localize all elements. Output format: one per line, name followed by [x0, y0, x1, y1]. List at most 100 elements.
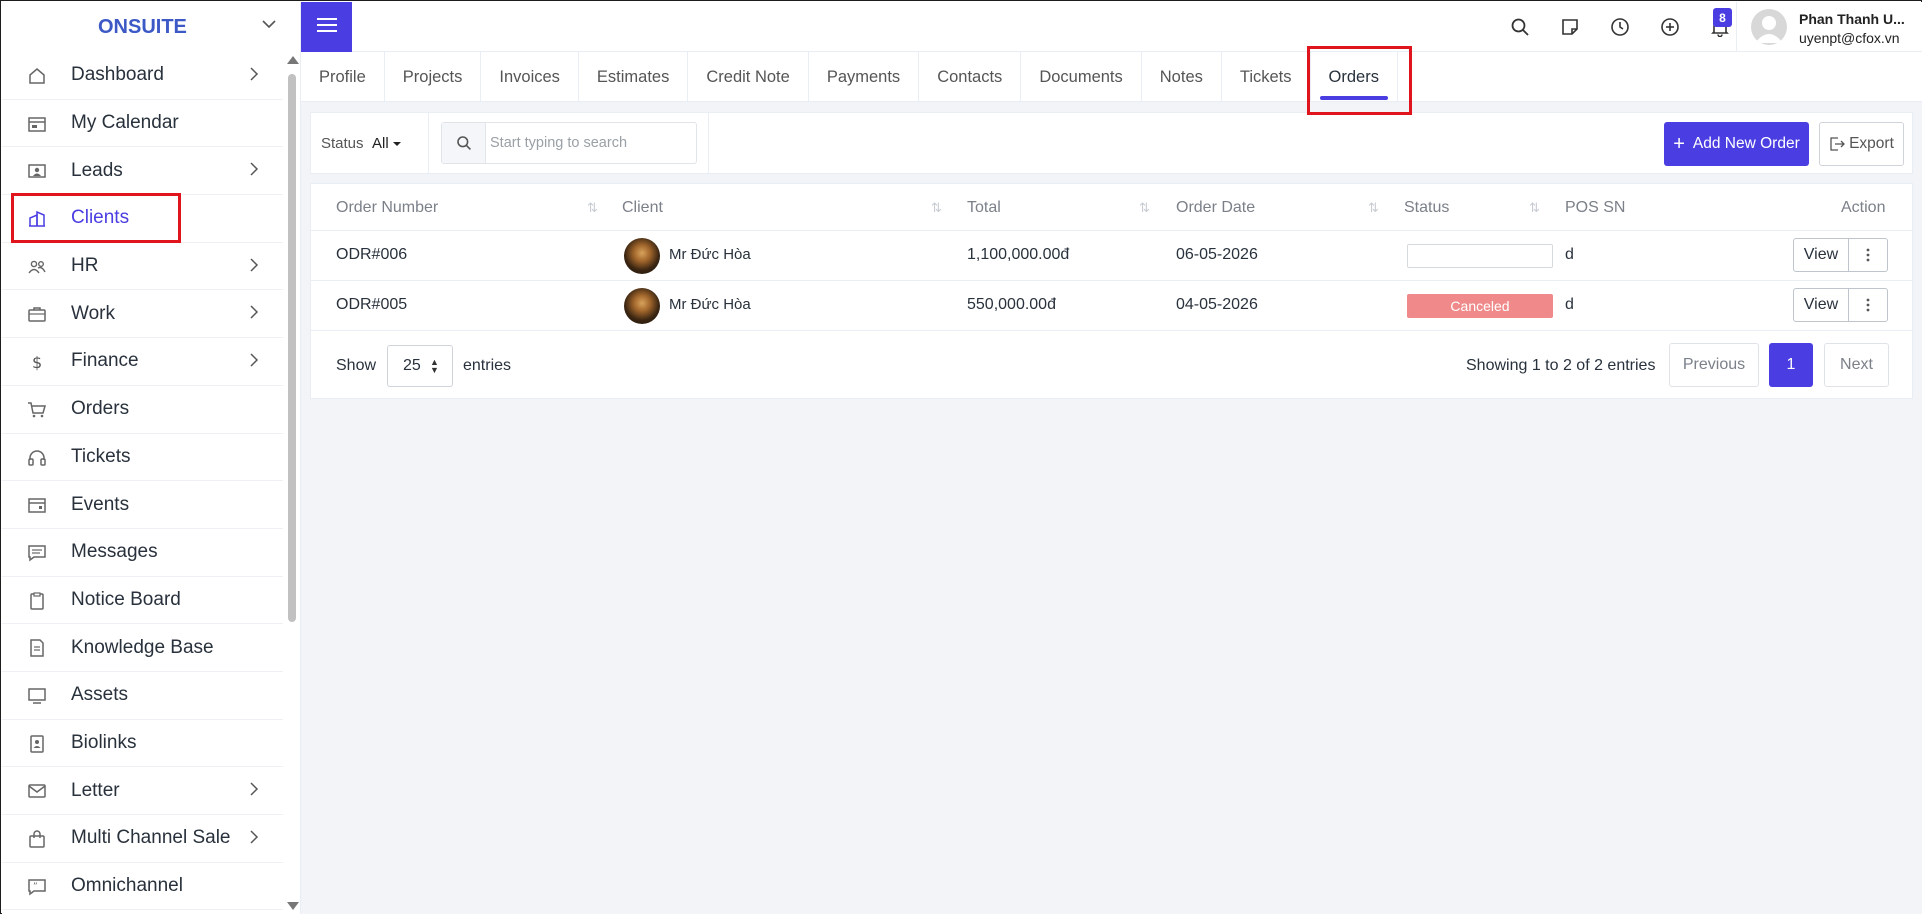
sidebar-item-label: Biolinks	[71, 731, 137, 753]
tab-estimates[interactable]: Estimates	[579, 52, 689, 102]
sidebar-item-letter[interactable]: Letter	[2, 767, 283, 815]
tab-documents[interactable]: Documents	[1021, 52, 1142, 102]
sidebar-item-knowledge-base[interactable]: Knowledge Base	[2, 624, 283, 672]
headset-icon	[26, 447, 48, 469]
order-total: 1,100,000.00đ	[967, 246, 1070, 263]
sidebar-item-notice-board[interactable]: Notice Board	[2, 577, 283, 625]
sort-icon[interactable]: ⇅	[1139, 200, 1157, 216]
tab-orders[interactable]: Orders	[1311, 52, 1398, 102]
sidebar-item-label: Events	[71, 493, 130, 515]
user-menu[interactable]: Phan Thanh U... uyenpt@cfox.vn	[1736, 2, 1922, 52]
plus-icon: +	[1673, 133, 1685, 155]
sidebar-item-label: Multi Channel Sale	[71, 827, 231, 849]
sidebar-menu: Dashboard My Calendar Leads Clients HR W…	[2, 52, 283, 911]
column-header-order-date[interactable]: Order Date	[1176, 199, 1255, 217]
column-header-total[interactable]: Total	[967, 199, 1001, 217]
sidebar-item-messages[interactable]: Messages	[2, 529, 283, 577]
sidebar-item-dashboard[interactable]: Dashboard	[2, 52, 283, 100]
pos-sn: d	[1565, 246, 1574, 263]
chevron-down-icon[interactable]	[261, 16, 277, 37]
scroll-up-icon[interactable]	[287, 56, 299, 64]
user-name: Phan Thanh U...	[1799, 11, 1905, 27]
menu-toggle-button[interactable]	[301, 2, 352, 52]
sort-icon[interactable]: ⇅	[1529, 200, 1547, 216]
table-footer: Show 25 ▲ ▼ entries Showing 1 to 2 of 2 e…	[311, 331, 1912, 399]
plus-circle-icon[interactable]	[1659, 16, 1681, 38]
tab-profile[interactable]: Profile	[301, 52, 385, 102]
clock-icon[interactable]	[1609, 16, 1631, 38]
tab-tickets[interactable]: Tickets	[1222, 52, 1311, 102]
brand-header[interactable]: ONSUITE	[2, 2, 301, 52]
avatar	[1751, 9, 1787, 45]
sidebar-item-label: Dashboard	[71, 64, 164, 86]
sidebar-item-events[interactable]: Events	[2, 481, 283, 529]
add-new-order-button[interactable]: + Add New Order	[1664, 122, 1809, 166]
calendar-icon	[26, 113, 48, 135]
more-options-icon[interactable]	[1848, 288, 1888, 322]
order-number[interactable]: ODR#006	[336, 246, 407, 264]
chevron-right-icon	[249, 254, 265, 276]
previous-page-button[interactable]: Previous	[1669, 343, 1759, 387]
sidebar-item-biolinks[interactable]: Biolinks	[2, 720, 283, 768]
client-name[interactable]: Mr Đức Hòa	[669, 296, 751, 313]
view-button[interactable]: View	[1793, 238, 1849, 272]
message-icon	[26, 542, 48, 564]
bag-icon	[26, 828, 48, 850]
search-input[interactable]	[490, 132, 690, 154]
column-header-status[interactable]: Status	[1404, 199, 1449, 217]
sort-icon[interactable]: ⇅	[1368, 200, 1386, 216]
pagination-info: Showing 1 to 2 of 2 entries	[1466, 357, 1656, 374]
chevron-right-icon	[249, 826, 265, 848]
page-size-select[interactable]: 25 ▲ ▼	[387, 345, 453, 387]
sidebar-item-label: HR	[71, 255, 99, 277]
show-label: Show	[336, 357, 377, 374]
sidebar-item-label: Work	[71, 302, 115, 324]
status-filter-dropdown[interactable]: All	[372, 135, 401, 152]
svg-text:”: ”	[33, 882, 38, 892]
column-header-client[interactable]: Client	[622, 199, 663, 217]
sidebar-item-label: Assets	[71, 684, 129, 706]
more-options-icon[interactable]	[1848, 238, 1888, 272]
sidebar-item-clients[interactable]: Clients	[2, 195, 283, 243]
sidebar-item-label: Finance	[71, 350, 139, 372]
export-button[interactable]: Export	[1819, 122, 1904, 166]
sidebar-item-work[interactable]: Work	[2, 290, 283, 339]
sidebar-item-omnichannel[interactable]: ” Omnichannel	[2, 863, 283, 911]
sidebar-item-label: Notice Board	[71, 588, 181, 610]
tab-notes[interactable]: Notes	[1142, 52, 1222, 102]
tab-projects[interactable]: Projects	[385, 52, 482, 102]
column-header-order-number[interactable]: Order Number	[336, 199, 438, 217]
sidebar-item-assets[interactable]: Assets	[2, 672, 283, 720]
sidebar-item-hr[interactable]: HR	[2, 243, 283, 291]
order-number[interactable]: ODR#005	[336, 296, 407, 314]
sidebar-item-multi-channel-sale[interactable]: Multi Channel Sale	[2, 815, 283, 863]
tab-credit-note[interactable]: Credit Note	[688, 52, 809, 102]
chevron-right-icon	[249, 778, 265, 800]
status-badge: Canceled	[1407, 294, 1553, 318]
page-1-button[interactable]: 1	[1769, 343, 1813, 387]
scrollbar-thumb[interactable]	[288, 74, 296, 622]
user-email: uyenpt@cfox.vn	[1799, 30, 1900, 46]
sort-icon[interactable]: ⇅	[931, 200, 949, 216]
tab-payments[interactable]: Payments	[809, 52, 920, 102]
view-button[interactable]: View	[1793, 288, 1849, 322]
sort-icon[interactable]: ⇅	[587, 200, 605, 216]
client-avatar	[624, 238, 660, 274]
tab-contacts[interactable]: Contacts	[919, 52, 1022, 102]
sticky-note-icon[interactable]	[1559, 16, 1581, 38]
entries-label: entries	[463, 357, 512, 374]
table-row: ODR#006 Mr Đức Hòa 1,100,000.00đ 06-05-2…	[311, 231, 1912, 281]
sidebar-item-label: Leads	[71, 159, 123, 181]
scroll-down-icon[interactable]	[287, 902, 299, 910]
order-date: 04-05-2026	[1176, 296, 1258, 313]
sidebar-item-my-calendar[interactable]: My Calendar	[2, 100, 283, 148]
sidebar-item-tickets[interactable]: Tickets	[2, 434, 283, 482]
client-name[interactable]: Mr Đức Hòa	[669, 246, 751, 263]
next-page-button[interactable]: Next	[1824, 343, 1889, 387]
sidebar-scrollbar[interactable]	[285, 54, 299, 914]
sidebar-item-orders[interactable]: Orders	[2, 386, 283, 434]
sidebar-item-finance[interactable]: $ Finance	[2, 338, 283, 386]
sidebar-item-leads[interactable]: Leads	[2, 147, 283, 196]
tab-invoices[interactable]: Invoices	[481, 52, 579, 102]
search-icon[interactable]	[1509, 16, 1531, 38]
